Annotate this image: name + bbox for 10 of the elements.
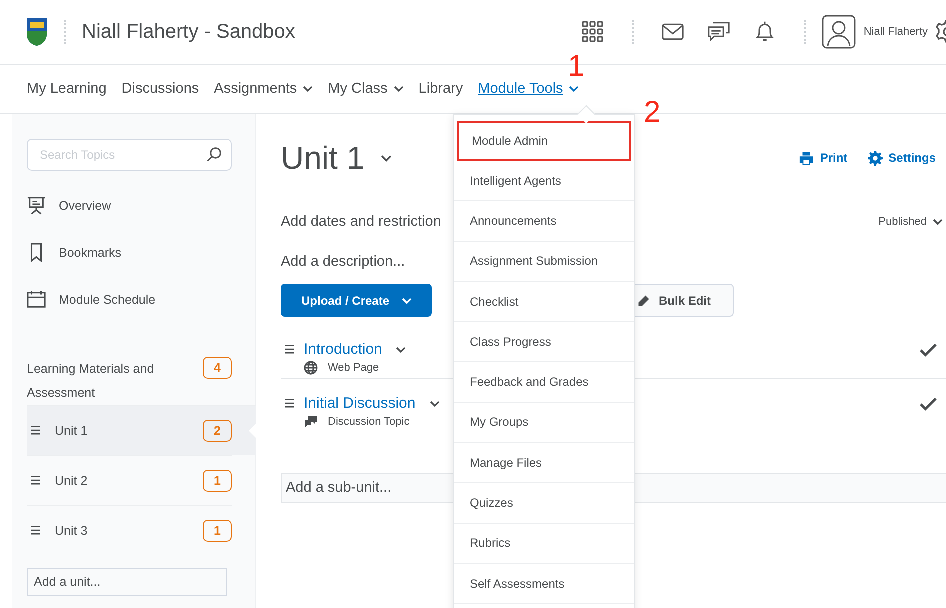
annotation-number: 1 [568, 52, 585, 82]
annotation-number: 2 [644, 98, 661, 128]
count-badge: 2 [203, 420, 232, 442]
topic-type: Discussion Topic [328, 416, 410, 428]
topic-type: Web Page [328, 362, 380, 374]
count-badge: 1 [203, 520, 232, 542]
unit-title: Unit 1 [281, 140, 365, 176]
site-title: Niall Flaherty - Sandbox [82, 20, 296, 44]
count-badge: 4 [203, 357, 232, 379]
count-badge: 1 [203, 470, 232, 492]
